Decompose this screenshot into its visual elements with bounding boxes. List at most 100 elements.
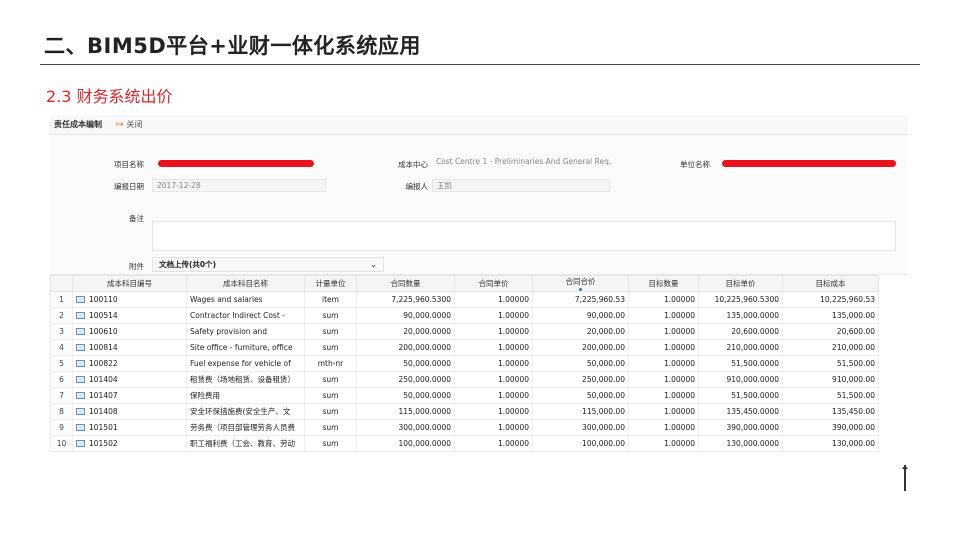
cell-contract-qty[interactable]: 50,000.0000 [356,387,455,404]
cell-contract-price[interactable]: 1.00000 [454,323,533,340]
cell-cost-code[interactable]: 101408 [72,403,187,420]
cell-unit[interactable]: item [304,291,357,308]
cell-target-qty[interactable]: 1.00000 [628,419,699,436]
cell-unit[interactable]: sum [304,419,357,436]
cell-contract-price[interactable]: 1.00000 [454,339,533,356]
cell-row-index[interactable]: 4 [50,339,73,356]
cell-contract-price[interactable]: 1.00000 [454,371,533,388]
table-row[interactable]: 2 100514 Contractor Indirect Cost - sum 90,0… [50,307,879,324]
cell-contract-qty[interactable]: 250,000.0000 [356,371,455,388]
cell-row-index[interactable]: 10 [50,435,73,452]
column-header[interactable]: 目标数量 [628,275,699,292]
cell-cost-name[interactable]: Contractor Indirect Cost - [186,307,305,324]
cell-cost-name[interactable]: 保险费用 [186,387,305,404]
cell-contract-amount[interactable]: 50,000.00 [532,355,629,372]
cell-cost-name[interactable]: Fuel expense for vehicle of [186,355,305,372]
cell-contract-amount[interactable]: 115,000.00 [532,403,629,420]
close-button[interactable]: ↦ 关闭 [116,119,143,130]
table-row[interactable]: 1 100110 Wages and salaries item 7,225,960.5… [50,291,879,308]
report-date-field[interactable]: 2017-12-28 [152,179,326,192]
cell-cost-name[interactable]: 安全环保措施费(安全生产、文 [186,403,305,420]
column-header[interactable]: 目标成本 [782,275,879,292]
cell-unit[interactable]: sum [304,371,357,388]
cell-cost-code[interactable]: 101502 [72,435,187,452]
table-row[interactable]: 6 101404 租赁费（场地租赁、设备租赁） sum 250,000.0000 1.00… [50,371,879,388]
cell-contract-amount[interactable]: 20,000.00 [532,323,629,340]
cell-contract-amount[interactable]: 7,225,960.53 [532,291,629,308]
cell-contract-amount[interactable]: 100,000.00 [532,435,629,452]
cell-target-price[interactable]: 390,000.0000 [698,419,783,436]
cell-contract-amount[interactable]: 90,000.00 [532,307,629,324]
cell-target-cost[interactable]: 10,225,960.53 [782,291,879,308]
cell-unit[interactable]: sum [304,339,357,356]
cell-contract-price[interactable]: 1.00000 [454,435,533,452]
cell-cost-code[interactable]: 101501 [72,419,187,436]
cell-contract-price[interactable]: 1.00000 [454,387,533,404]
cell-target-cost[interactable]: 51,500.00 [782,387,879,404]
cell-unit[interactable]: sum [304,387,357,404]
cell-unit[interactable]: sum [304,403,357,420]
cell-cost-code[interactable]: 101404 [72,371,187,388]
cell-contract-amount[interactable]: 250,000.00 [532,371,629,388]
cell-contract-qty[interactable]: 100,000.0000 [356,435,455,452]
column-header[interactable]: 计量单位 [304,275,357,292]
cell-contract-qty[interactable]: 115,000.0000 [356,403,455,420]
cell-cost-name[interactable]: 租赁费（场地租赁、设备租赁） [186,371,305,388]
cell-contract-qty[interactable]: 90,000.0000 [356,307,455,324]
cell-target-price[interactable]: 910,000.0000 [698,371,783,388]
cell-target-cost[interactable]: 135,000.00 [782,307,879,324]
cell-cost-name[interactable]: 劳务费（项目部管理劳务人员费 [186,419,305,436]
cell-unit[interactable]: mth-nr [304,355,357,372]
remarks-textarea[interactable] [152,221,896,251]
cell-target-price[interactable]: 210,000.0000 [698,339,783,356]
cost-center-field[interactable]: Cost Centre 1 - Preliminaries And Genera… [436,156,614,168]
table-row[interactable]: 3 100610 Safety provision and sum 20,000.000… [50,323,879,340]
cell-row-index[interactable]: 2 [50,307,73,324]
cell-cost-code[interactable]: 101407 [72,387,187,404]
column-header[interactable]: 成本科目名称 [186,275,305,292]
cell-target-price[interactable]: 20,600.0000 [698,323,783,340]
table-row[interactable]: 7 101407 保险费用 sum 50,000.0000 1.00000 50,000.0… [50,387,879,404]
cell-target-qty[interactable]: 1.00000 [628,435,699,452]
cell-unit[interactable]: sum [304,323,357,340]
column-header[interactable]: 目标单价 [698,275,783,292]
column-header-sorted[interactable]: 合同合价 [532,275,629,292]
cell-row-index[interactable]: 6 [50,371,73,388]
attachment-select[interactable]: 文档上传(共0个) ⌄ [152,257,384,272]
cell-row-index[interactable]: 7 [50,387,73,404]
cell-target-qty[interactable]: 1.00000 [628,339,699,356]
cell-cost-code[interactable]: 100822 [72,355,187,372]
cell-target-qty[interactable]: 1.00000 [628,323,699,340]
cell-contract-qty[interactable]: 200,000.0000 [356,339,455,356]
cell-target-qty[interactable]: 1.00000 [628,403,699,420]
cell-row-index[interactable]: 1 [50,291,73,308]
cell-contract-amount[interactable]: 300,000.00 [532,419,629,436]
cell-target-qty[interactable]: 1.00000 [628,307,699,324]
reporter-field[interactable]: 王凯 [432,179,610,192]
cell-cost-name[interactable]: 职工福利费（工会、教育、劳动 [186,435,305,452]
cell-unit[interactable]: sum [304,307,357,324]
cell-row-index[interactable]: 9 [50,419,73,436]
table-row[interactable]: 10 101502 职工福利费（工会、教育、劳动 sum 100,000.0000 1.0… [50,435,879,452]
cell-cost-code[interactable]: 100814 [72,339,187,356]
cell-target-cost[interactable]: 910,000.00 [782,371,879,388]
cell-target-cost[interactable]: 51,500.00 [782,355,879,372]
cell-contract-qty[interactable]: 300,000.0000 [356,419,455,436]
column-header[interactable]: 合同数量 [356,275,455,292]
cell-target-qty[interactable]: 1.00000 [628,355,699,372]
cell-cost-name[interactable]: Wages and salaries [186,291,305,308]
cell-cost-code[interactable]: 100610 [72,323,187,340]
cell-target-price[interactable]: 135,450.0000 [698,403,783,420]
table-row[interactable]: 8 101408 安全环保措施费(安全生产、文 sum 115,000.0000 1.00… [50,403,879,420]
column-header[interactable]: 成本科目编号 [72,275,187,292]
cell-contract-price[interactable]: 1.00000 [454,403,533,420]
table-row[interactable]: 9 101501 劳务费（项目部管理劳务人员费 sum 300,000.0000 1.00… [50,419,879,436]
cell-target-cost[interactable]: 135,450.00 [782,403,879,420]
cell-target-cost[interactable]: 130,000.00 [782,435,879,452]
cell-unit[interactable]: sum [304,435,357,452]
cell-cost-name[interactable]: Site office - furniture, office [186,339,305,356]
cell-target-qty[interactable]: 1.00000 [628,371,699,388]
cell-contract-price[interactable]: 1.00000 [454,291,533,308]
table-row[interactable]: 5 100822 Fuel expense for vehicle of mth-nr… [50,355,879,372]
cell-cost-name[interactable]: Safety provision and [186,323,305,340]
